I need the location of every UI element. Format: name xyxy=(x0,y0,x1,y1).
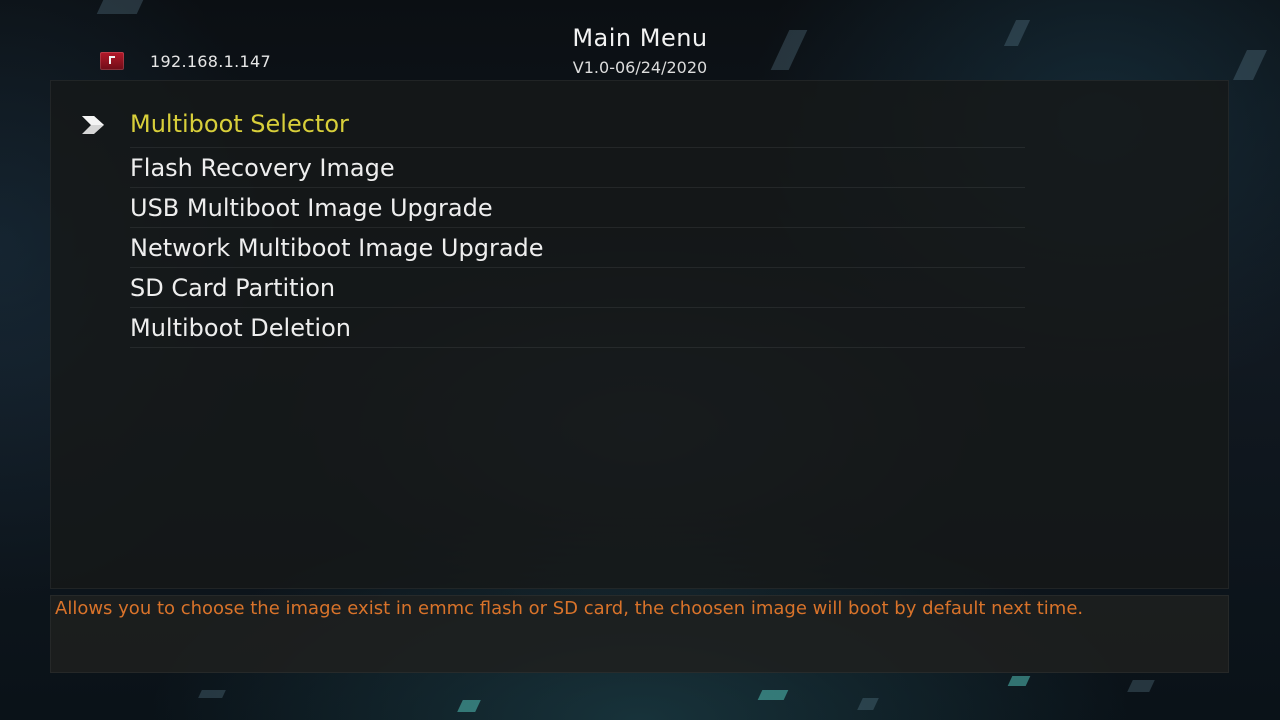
page-title: Main Menu xyxy=(572,24,708,52)
menu-item-label: Multiboot Selector xyxy=(130,110,349,138)
menu-item-label: Network Multiboot Image Upgrade xyxy=(130,234,544,262)
menu-item-multiboot-selector[interactable]: Multiboot Selector xyxy=(130,106,1025,148)
menu-item-sd-card-partition[interactable]: SD Card Partition xyxy=(130,268,1025,308)
background-shard xyxy=(198,690,226,698)
screen: 192.168.1.147 Main Menu V1.0-06/24/2020 … xyxy=(0,0,1280,720)
menu-item-usb-multiboot-image-upgrade[interactable]: USB Multiboot Image Upgrade xyxy=(130,188,1025,228)
background-shard xyxy=(1007,676,1031,686)
background-shard xyxy=(96,0,144,14)
menu-item-network-multiboot-image-upgrade[interactable]: Network Multiboot Image Upgrade xyxy=(130,228,1025,268)
menu-item-label: Multiboot Deletion xyxy=(130,314,351,342)
menu-item-multiboot-deletion[interactable]: Multiboot Deletion xyxy=(130,308,1025,348)
background-shard xyxy=(757,690,789,700)
menu-item-label: Flash Recovery Image xyxy=(130,154,395,182)
selection-arrow-icon xyxy=(82,116,104,134)
menu-list: Multiboot Selector Flash Recovery Image … xyxy=(130,106,1025,348)
version-label: V1.0-06/24/2020 xyxy=(572,58,708,77)
menu-item-label: SD Card Partition xyxy=(130,274,336,302)
menu-item-flash-recovery-image[interactable]: Flash Recovery Image xyxy=(130,148,1025,188)
menu-item-label: USB Multiboot Image Upgrade xyxy=(130,194,493,222)
background-shard xyxy=(457,700,481,712)
help-description: Allows you to choose the image exist in … xyxy=(55,598,1084,619)
background-shard xyxy=(857,698,879,710)
background-shard xyxy=(1127,680,1155,692)
